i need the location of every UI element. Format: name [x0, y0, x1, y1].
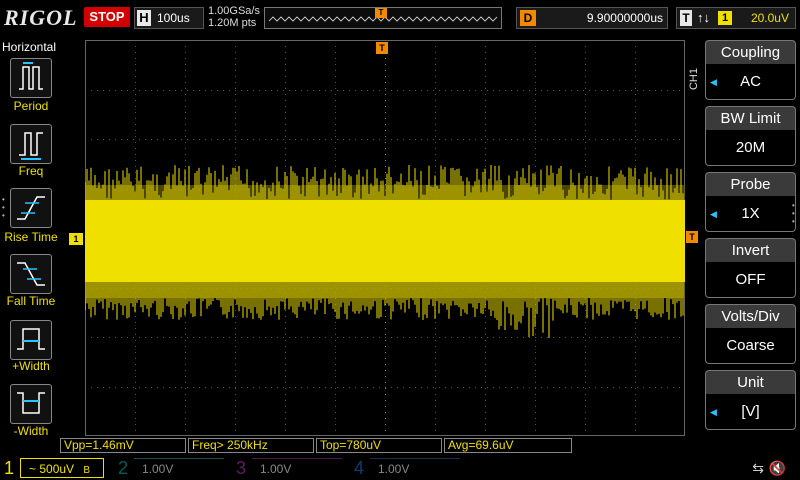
vpp-measurement[interactable]: Vpp=1.46mV	[60, 438, 186, 453]
volts-div-value-field[interactable]: Coarse	[705, 328, 796, 364]
horizontal-key: H	[137, 10, 151, 26]
coupling-value: AC	[740, 73, 761, 90]
channel-status-bar: 1 ~ 500uV B 2 1.00V 3 1.00V 4 1.00V ⇆ 🔇	[0, 456, 800, 480]
rise-time-icon	[17, 196, 45, 220]
ch1-waveform-band	[85, 165, 685, 338]
channel-1-number: 1	[3, 458, 14, 478]
probe-value: 1X	[741, 205, 760, 222]
left-arrow-icon: ◀	[710, 209, 717, 219]
pos-width-icon	[17, 328, 45, 350]
pos-width-button[interactable]	[10, 320, 52, 360]
trigger-edge-icon: ↑↓	[697, 10, 710, 25]
volts-div-menu[interactable]: Volts/Div Coarse	[705, 304, 796, 366]
channel-1-scale: ~ 500uV	[29, 462, 75, 476]
fall-time-label: Fall Time	[6, 294, 56, 308]
delay-box[interactable]: D 9.90000000us	[516, 7, 668, 29]
bw-limit-title: BW Limit	[705, 106, 796, 130]
channel-2-number: 2	[117, 458, 128, 478]
channel-menu-panel: CH1 Coupling ◀ AC BW Limit 20M Probe ◀ 1…	[688, 38, 800, 438]
unit-title: Unit	[705, 370, 796, 394]
bw-limit-value: 20M	[735, 139, 766, 156]
scroll-dots: • • •	[792, 201, 795, 226]
delay-value: 9.90000000us	[586, 11, 663, 25]
channel-4-scale: 1.00V	[370, 458, 460, 478]
measurement-bar: Vpp=1.46mV Freq> 250kHz Top=780uV Avg=69…	[0, 438, 800, 454]
volts-div-value: Coarse	[726, 337, 775, 354]
period-label: Period	[13, 99, 49, 113]
scroll-dots: • • •	[2, 195, 5, 220]
freq-icon	[19, 132, 43, 160]
rise-time-label: Rise Time	[4, 230, 58, 244]
fall-time-button[interactable]	[10, 254, 52, 294]
channel-3-tab[interactable]: 3 1.00V	[232, 456, 342, 480]
channel-3-scale: 1.00V	[252, 458, 342, 478]
channel-3-number: 3	[235, 458, 246, 478]
pos-width-label: +Width	[12, 359, 50, 373]
ch1-ground-marker[interactable]: 1	[69, 233, 83, 245]
channel-4-tab[interactable]: 4 1.00V	[350, 456, 460, 480]
channel-1-scale-box: ~ 500uV B	[20, 458, 104, 478]
invert-menu[interactable]: Invert OFF	[705, 238, 796, 300]
probe-menu[interactable]: Probe ◀ 1X	[705, 172, 796, 234]
invert-title: Invert	[705, 238, 796, 262]
invert-value: OFF	[735, 271, 766, 288]
neg-width-icon	[17, 392, 45, 414]
coupling-menu[interactable]: Coupling ◀ AC	[705, 40, 796, 102]
unit-value-field[interactable]: ◀ [V]	[705, 394, 796, 430]
delay-key: D	[520, 10, 536, 26]
volts-div-title: Volts/Div	[705, 304, 796, 328]
channel-2-tab[interactable]: 2 1.00V	[114, 456, 224, 480]
coupling-title: Coupling	[705, 40, 796, 64]
probe-value-field[interactable]: ◀ 1X	[705, 196, 796, 232]
freq-button[interactable]	[10, 124, 52, 164]
channel-2-scale: 1.00V	[134, 458, 224, 478]
freq-measurement[interactable]: Freq> 250kHz	[188, 438, 314, 453]
rigol-logo: RIGOL	[4, 5, 78, 30]
waveform-display[interactable]	[85, 40, 685, 436]
memory-overview-strip: T	[264, 7, 502, 29]
invert-value-field[interactable]: OFF	[705, 262, 796, 298]
unit-value: [V]	[741, 403, 760, 420]
timebase-value: 100us	[157, 11, 190, 25]
bw-limit-value-field[interactable]: 20M	[705, 130, 796, 166]
left-arrow-icon: ◀	[710, 407, 717, 417]
left-arrow-icon: ◀	[710, 77, 717, 87]
rise-time-button[interactable]	[10, 188, 52, 228]
speaker-muted-icon: 🔇	[768, 460, 786, 476]
probe-title: Probe	[705, 172, 796, 196]
horizontal-measure-panel: Horizontal Period Freq • • • Rise Time Fal…	[0, 38, 62, 438]
period-button[interactable]	[10, 58, 52, 98]
acquisition-info: 1.00GSa/s 1.20M pts	[208, 5, 260, 29]
trigger-key: T	[680, 10, 692, 26]
memory-depth: 1.20M pts	[208, 17, 257, 29]
channel-tag: CH1	[688, 68, 700, 91]
period-icon	[19, 62, 43, 90]
run-stop-indicator[interactable]: STOP	[84, 7, 130, 27]
trigger-level: 20.0uV	[750, 11, 789, 25]
usb-icon: ⇆	[752, 460, 764, 476]
bw-limit-menu[interactable]: BW Limit 20M	[705, 106, 796, 168]
trigger-box[interactable]: T ↑↓ 1 20.0uV	[676, 7, 796, 29]
channel-1-tab[interactable]: 1 ~ 500uV B	[0, 456, 110, 480]
fall-time-icon	[17, 262, 45, 286]
bandwidth-limit-icon: B	[83, 465, 91, 476]
trigger-position-marker: T	[375, 8, 387, 18]
coupling-value-field[interactable]: ◀ AC	[705, 64, 796, 100]
horizontal-timebase-box[interactable]: H 100us	[134, 7, 204, 29]
trigger-source: 1	[718, 11, 732, 25]
top-measurement[interactable]: Top=780uV	[316, 438, 442, 453]
neg-width-label: -Width	[13, 424, 49, 438]
neg-width-button[interactable]	[10, 384, 52, 424]
freq-label: Freq	[18, 164, 44, 178]
channel-4-number: 4	[353, 458, 364, 478]
unit-menu[interactable]: Unit ◀ [V]	[705, 370, 796, 432]
trigger-top-marker[interactable]: T	[376, 42, 388, 54]
avg-measurement[interactable]: Avg=69.6uV	[444, 438, 572, 453]
top-status-bar: RIGOL STOP H 100us 1.00GSa/s 1.20M pts T…	[0, 0, 800, 38]
sample-rate: 1.00GSa/s	[208, 5, 260, 17]
panel-title: Horizontal	[2, 40, 57, 54]
